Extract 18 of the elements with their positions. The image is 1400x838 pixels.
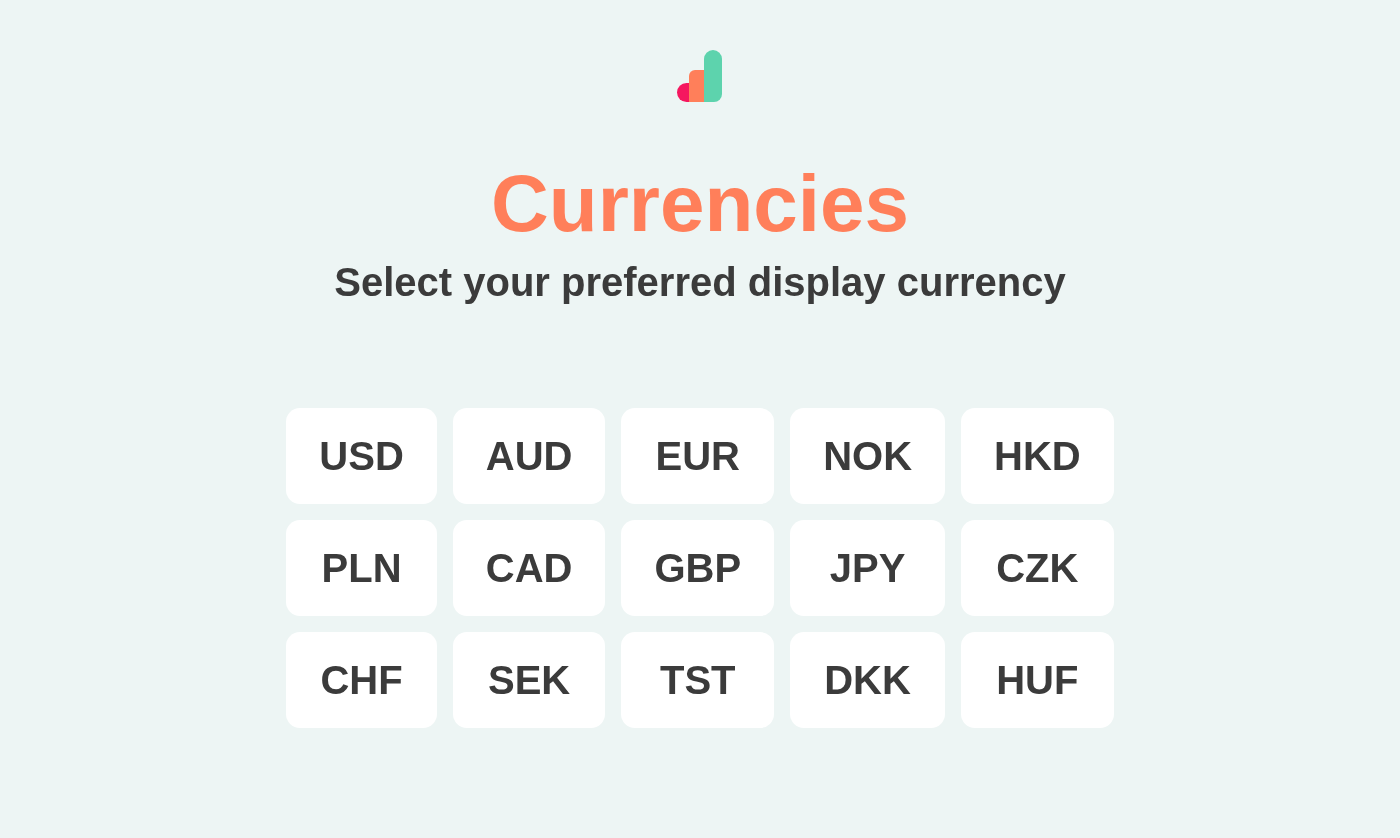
currency-button[interactable]: USD xyxy=(286,408,437,504)
currency-button[interactable]: DKK xyxy=(790,632,945,728)
page-subtitle: Select your preferred display currency xyxy=(334,262,1066,302)
currency-button[interactable]: GBP xyxy=(621,520,775,616)
currency-button[interactable]: EUR xyxy=(621,408,775,504)
page-title: Currencies xyxy=(491,164,909,244)
currency-button[interactable]: NOK xyxy=(790,408,945,504)
currency-button[interactable]: SEK xyxy=(452,632,606,728)
currency-button[interactable]: TST xyxy=(621,632,775,728)
currency-button[interactable]: HKD xyxy=(961,408,1114,504)
currency-button[interactable]: CHF xyxy=(286,632,437,728)
currency-button[interactable]: PLN xyxy=(286,520,437,616)
currency-button[interactable]: JPY xyxy=(790,520,945,616)
currency-button[interactable]: CZK xyxy=(961,520,1114,616)
currency-button[interactable]: CAD xyxy=(452,520,606,616)
bar-chart-icon xyxy=(677,50,723,102)
currency-button[interactable]: HUF xyxy=(961,632,1114,728)
currency-button[interactable]: AUD xyxy=(452,408,606,504)
